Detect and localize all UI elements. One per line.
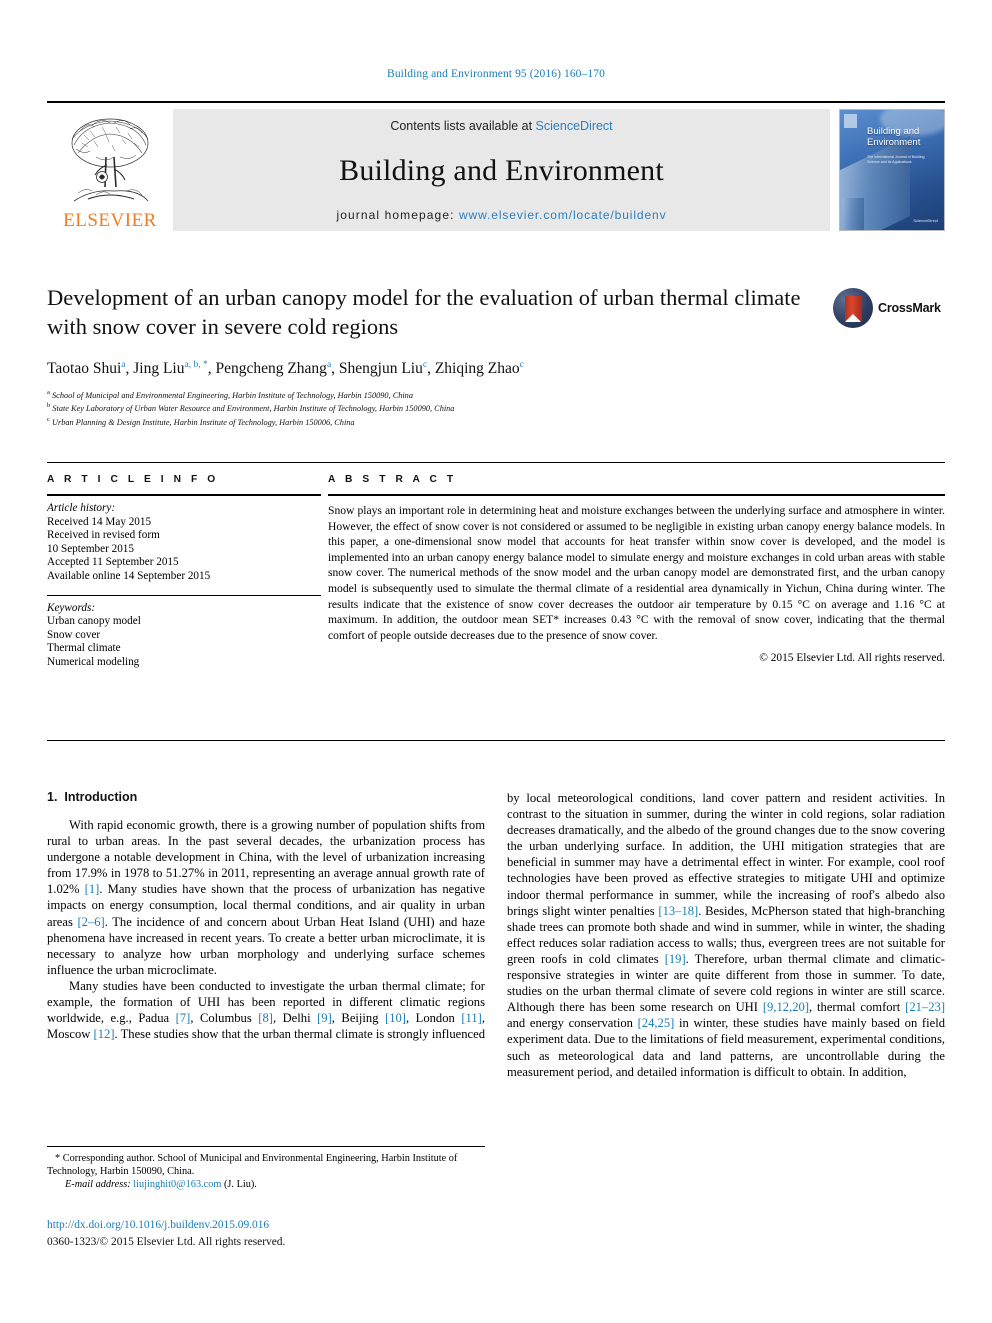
- article-info-heading: A R T I C L E I N F O: [47, 474, 219, 485]
- email-link[interactable]: liujinghit0@163.com: [133, 1179, 221, 1190]
- paragraph: With rapid economic growth, there is a g…: [47, 818, 485, 977]
- elsevier-logo: ELSEVIER: [47, 109, 173, 231]
- doi-block: http://dx.doi.org/10.1016/j.buildenv.201…: [47, 1218, 485, 1250]
- author-affiliation-mark: a: [121, 360, 126, 370]
- cover-elsevier-mark: [844, 114, 857, 128]
- elsevier-wordmark: ELSEVIER: [63, 210, 157, 231]
- citation-link[interactable]: [13–18]: [658, 904, 698, 918]
- keyword-item: Snow cover: [47, 628, 101, 641]
- abstract-heading: A B S T R A C T: [328, 474, 457, 485]
- doi-link[interactable]: http://dx.doi.org/10.1016/j.buildenv.201…: [47, 1218, 485, 1232]
- journal-article-page: Building and Environment 95 (2016) 160–1…: [0, 0, 992, 1323]
- history-item: 10 September 2015: [47, 542, 134, 555]
- journal-masthead: ELSEVIER Contents lists available at Sci…: [47, 101, 945, 231]
- journal-banner: Contents lists available at ScienceDirec…: [173, 109, 830, 231]
- keywords-label: Keywords:: [47, 601, 96, 614]
- affiliation-text: Urban Planning & Design Institute, Harbi…: [52, 417, 355, 427]
- page-title: Development of an urban canopy model for…: [47, 285, 801, 339]
- section-heading-introduction: 1. Introduction: [47, 790, 485, 804]
- section-number: 1.: [47, 790, 58, 804]
- affiliation-mark: c: [47, 415, 50, 423]
- affiliation-list: a School of Municipal and Environmental …: [47, 388, 945, 428]
- contents-available-line: Contents lists available at ScienceDirec…: [390, 119, 612, 133]
- keyword-item: Urban canopy model: [47, 615, 141, 628]
- footnote-block: * Corresponding author. School of Munici…: [47, 1146, 485, 1192]
- abstract-copyright: © 2015 Elsevier Ltd. All rights reserved…: [759, 652, 945, 665]
- keywords-list: Keywords: Urban canopy model Snow cover …: [47, 596, 321, 670]
- affiliation-item: b State Key Laboratory of Urban Water Re…: [47, 401, 945, 414]
- crossmark-label: CrossMark: [878, 301, 941, 315]
- article-info-column: A R T I C L E I N F O Article history: R…: [47, 474, 321, 670]
- citation-link[interactable]: [8]: [258, 1011, 273, 1025]
- elsevier-tree-icon: [71, 118, 149, 202]
- history-item: Available online 14 September 2015: [47, 569, 211, 582]
- citation-link[interactable]: [9,12,20]: [763, 1000, 809, 1014]
- citation-link[interactable]: [21–23]: [905, 1000, 945, 1014]
- citation-link[interactable]: [12]: [94, 1027, 115, 1041]
- affiliation-text: State Key Laboratory of Urban Water Reso…: [52, 404, 455, 414]
- affiliation-mark: a: [47, 389, 50, 397]
- email-owner: (J. Liu).: [223, 1179, 257, 1191]
- journal-cover-thumbnail: Building and Environment The Internation…: [839, 109, 945, 231]
- citation-link[interactable]: [24,25]: [638, 1016, 675, 1030]
- article-history: Article history: Received 14 May 2015 Re…: [47, 496, 321, 584]
- affiliation-item: a School of Municipal and Environmental …: [47, 388, 945, 401]
- paragraph: by local meteorological conditions, land…: [507, 791, 946, 1079]
- cover-subtitle: The International Journal of Building Sc…: [867, 155, 925, 164]
- crossmark-icon: [833, 288, 873, 328]
- author-name: Shengjun Liu: [338, 360, 423, 378]
- citation-link[interactable]: [10]: [385, 1011, 406, 1025]
- author-name: Pengcheng Zhang: [215, 360, 327, 378]
- author-affiliation-mark: a: [326, 360, 332, 370]
- citation-link[interactable]: [2–6]: [77, 915, 104, 929]
- section-title: Introduction: [64, 790, 138, 804]
- email-note: E-mail address: liujinghit0@163.com (J. …: [47, 1179, 485, 1192]
- history-item: Accepted 11 September 2015: [47, 556, 179, 569]
- author-affiliation-mark: a, b, *: [184, 360, 208, 370]
- corresponding-author-note: * Corresponding author. School of Munici…: [47, 1153, 458, 1177]
- homepage-prefix: journal homepage:: [336, 208, 459, 222]
- body-column-right: by local meteorological conditions, land…: [507, 790, 945, 1240]
- issn-copyright-line: 0360-1323/© 2015 Elsevier Ltd. All right…: [47, 1236, 286, 1248]
- article-history-label: Article history:: [47, 502, 116, 514]
- homepage-url-link[interactable]: www.elsevier.com/locate/buildenv: [459, 208, 667, 222]
- citation-link[interactable]: [7]: [176, 1011, 191, 1025]
- affiliation-mark: b: [47, 402, 51, 410]
- email-label: E-mail address:: [65, 1179, 131, 1191]
- history-item: Received in revised form: [47, 529, 160, 542]
- contents-prefix: Contents lists available at: [390, 119, 536, 133]
- keyword-item: Numerical modeling: [47, 655, 140, 668]
- title-block: Development of an urban canopy model for…: [47, 283, 945, 428]
- crossmark-badge[interactable]: CrossMark: [833, 286, 945, 330]
- author-affiliation-mark: c: [422, 360, 428, 370]
- journal-title: Building and Environment: [339, 153, 664, 187]
- affiliation-item: c Urban Planning & Design Institute, Har…: [47, 415, 945, 428]
- cover-title: Building and Environment: [867, 126, 921, 148]
- citation-link[interactable]: [9]: [317, 1011, 332, 1025]
- author-name: Taotao Shui: [47, 360, 122, 378]
- citation-link[interactable]: [11]: [461, 1011, 482, 1025]
- citation-link[interactable]: [1]: [85, 882, 100, 896]
- running-head: Building and Environment 95 (2016) 160–1…: [387, 68, 605, 80]
- divider: [47, 740, 945, 741]
- author-affiliation-mark: c: [519, 360, 524, 370]
- abstract-column: A B S T R A C T Snow plays an important …: [321, 474, 945, 670]
- keyword-item: Thermal climate: [47, 642, 121, 655]
- author-name: Zhiqing Zhao: [434, 360, 520, 378]
- journal-homepage-line: journal homepage: www.elsevier.com/locat…: [336, 208, 666, 222]
- paragraph: Many studies have been conducted to inve…: [47, 978, 486, 1042]
- cover-building: [842, 198, 864, 230]
- citation-link[interactable]: [19]: [665, 952, 686, 966]
- affiliation-text: School of Municipal and Environmental En…: [52, 390, 413, 400]
- author-list: Taotao Shuia, Jing Liua, b, *, Pengcheng…: [47, 360, 524, 378]
- info-abstract-band: A R T I C L E I N F O Article history: R…: [47, 462, 945, 670]
- sciencedirect-link[interactable]: ScienceDirect: [536, 119, 613, 133]
- abstract-text: Snow plays an important role in determin…: [328, 504, 945, 642]
- author-name: Jing Liu: [133, 360, 185, 378]
- history-item: Received 14 May 2015: [47, 515, 152, 528]
- cover-tag: ScienceDirect: [913, 218, 938, 223]
